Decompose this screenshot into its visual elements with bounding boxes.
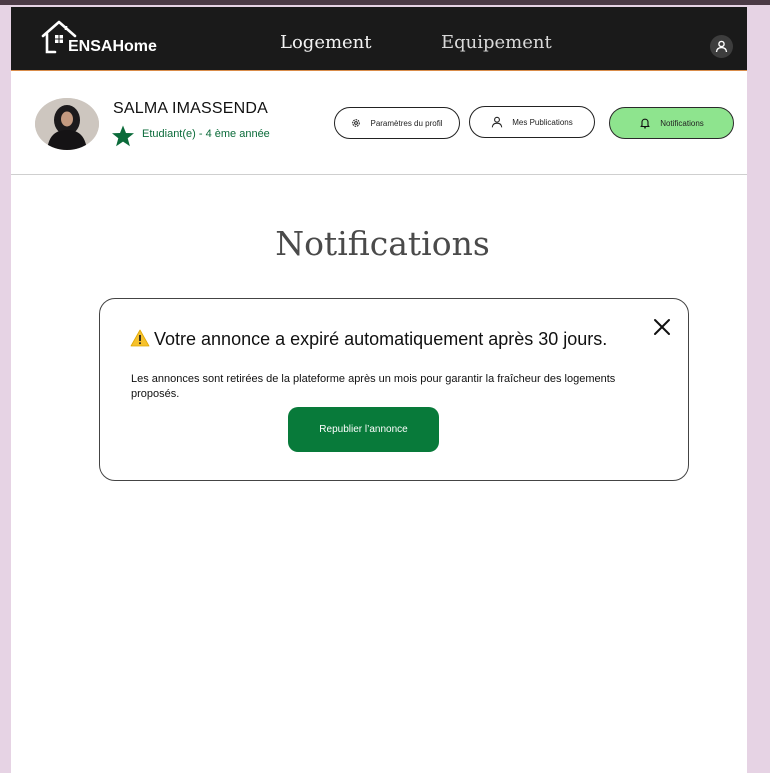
user-status: Etudiant(e) - 4 ème année [142,128,270,140]
nav-link-logement[interactable]: Logement [280,32,372,53]
republish-button[interactable]: Republier l’annonce [288,407,439,452]
notification-title: Votre annonce a expiré automatiquement a… [154,329,608,349]
notifications-button[interactable]: Notifications [609,107,734,139]
user-account-button[interactable] [710,35,733,58]
notification-body: Les annonces sont retirées de la platefo… [131,373,616,400]
avatar[interactable] [35,98,99,150]
my-publications-button[interactable]: Mes Publications [469,106,595,138]
user-icon [715,40,728,53]
star-icon [112,125,134,147]
notification-card: Votre annonce a expiré automatiquement a… [99,298,689,481]
user-name: SALMA IMASSENDA [113,100,269,117]
notifications-label: Notifications [660,118,704,128]
user-icon [491,116,503,128]
gear-icon [351,118,361,128]
profile-settings-label: Paramètres du profil [370,118,443,128]
profile-settings-button[interactable]: Paramètres du profil [334,107,460,139]
page-title: Notifications [275,224,490,263]
bell-icon [639,117,651,129]
warning-icon [130,329,150,347]
avatar-photo [35,98,99,150]
nav-link-equipement[interactable]: Equipement [441,32,552,53]
app-frame: ENSAHome Logement Equipement SALMA IMASS… [11,7,747,773]
profile-header: SALMA IMASSENDA Etudiant(e) - 4 ème anné… [11,71,747,175]
my-publications-label: Mes Publications [512,117,573,127]
window-top-strip [0,0,770,5]
top-navbar: ENSAHome Logement Equipement [11,7,747,71]
logo-text: ENSAHome [68,38,157,55]
close-icon[interactable] [653,318,671,336]
